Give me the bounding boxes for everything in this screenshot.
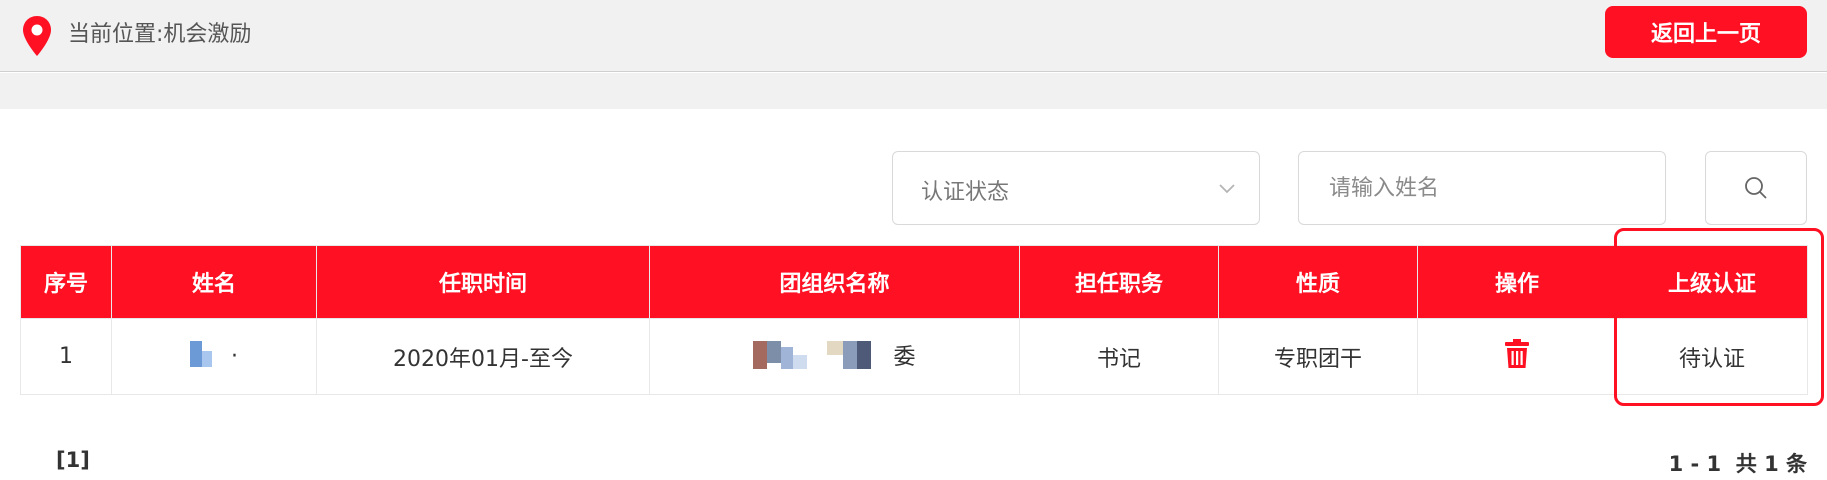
- status-select-value: 认证状态: [921, 180, 1010, 205]
- pagination-summary: 1 - 1 共 1 条: [1669, 448, 1807, 478]
- column-header-position: 担任职务: [1019, 245, 1219, 319]
- column-header-name: 姓名: [111, 245, 317, 319]
- table-row: 1 · 2020年01月-至今 委 书记 专职团干 待认证: [20, 318, 1808, 395]
- trash-icon: [1505, 338, 1529, 368]
- search-icon: [1745, 177, 1767, 199]
- top-bar: 当前位置:机会激励 返回上一页: [0, 0, 1827, 72]
- column-header-org: 团组织名称: [649, 245, 1020, 319]
- cell-position: 书记: [1019, 318, 1219, 395]
- header-band: [0, 73, 1827, 109]
- cell-name-text: ·: [231, 343, 238, 369]
- cell-index: 1: [20, 318, 112, 395]
- records-table: 序号 姓名 任职时间 团组织名称 担任职务 性质 操作 上级认证 1 · 202…: [20, 245, 1808, 395]
- pagination-total: 共 1 条: [1735, 452, 1807, 476]
- pagination-range: 1 - 1: [1668, 452, 1722, 476]
- status-select[interactable]: 认证状态: [892, 151, 1260, 225]
- redacted-name-blur: [190, 340, 224, 373]
- column-header-nature: 性质: [1218, 245, 1418, 319]
- chevron-down-icon: [1219, 184, 1235, 194]
- cell-org: 委: [649, 318, 1020, 395]
- cell-tenure: 2020年01月-至今: [316, 318, 650, 395]
- cell-org-text: 委: [893, 344, 916, 370]
- column-header-actions: 操作: [1417, 245, 1617, 319]
- cell-nature: 专职团干: [1218, 318, 1418, 395]
- delete-button[interactable]: [1504, 338, 1530, 375]
- cell-superior-cert: 待认证: [1616, 318, 1808, 395]
- breadcrumb: 当前位置:机会激励: [68, 22, 252, 47]
- cell-name: ·: [111, 318, 317, 395]
- redacted-org-blur: [753, 340, 893, 375]
- search-button[interactable]: [1705, 151, 1807, 225]
- cell-actions: [1417, 318, 1617, 395]
- back-button[interactable]: 返回上一页: [1605, 6, 1807, 58]
- location-pin-icon: [23, 16, 51, 56]
- table-header-row: 序号 姓名 任职时间 团组织名称 担任职务 性质 操作 上级认证: [20, 245, 1808, 319]
- column-header-superior-cert: 上级认证: [1616, 245, 1808, 319]
- column-header-index: 序号: [20, 245, 112, 319]
- name-search-input[interactable]: [1298, 151, 1666, 225]
- pagination-page-link[interactable]: [1]: [56, 448, 90, 472]
- column-header-tenure: 任职时间: [316, 245, 650, 319]
